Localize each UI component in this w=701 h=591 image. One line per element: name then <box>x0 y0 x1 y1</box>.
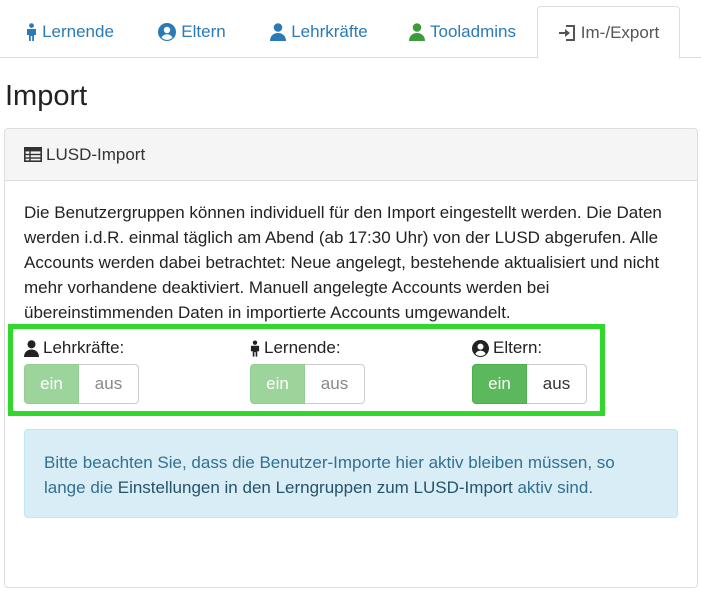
user-circle-icon <box>158 23 177 41</box>
toggle-eltern: ein aus <box>472 364 587 404</box>
user-icon <box>409 23 425 41</box>
toggle-label-text: Eltern: <box>493 338 543 357</box>
toggle-label: Lehrkräfte: <box>24 337 139 359</box>
tab-lehrkraefte[interactable]: Lehrkräfte <box>255 6 383 58</box>
tab-tooladmins[interactable]: Tooladmins <box>396 6 529 58</box>
tab-label: Lernende <box>42 22 114 41</box>
aus-button[interactable]: aus <box>527 364 587 404</box>
toggle-label: Eltern: <box>472 337 587 359</box>
toggle-label-text: Lehrkräfte: <box>43 338 125 357</box>
lusd-import-panel: LUSD-Import Die Benutzergruppen können i… <box>4 128 698 588</box>
nav-tabs: Lernende Eltern Lehrkräfte Tooladmins Im… <box>0 6 701 59</box>
toggle-label: Lernende: <box>250 337 365 359</box>
user-circle-icon <box>472 339 489 357</box>
toggle-lernende: ein aus <box>250 364 365 404</box>
ein-button[interactable]: ein <box>24 364 79 404</box>
toggle-label-text: Lernende: <box>264 338 341 357</box>
aus-button[interactable]: aus <box>79 364 139 404</box>
toggle-group-lehrkraefte: Lehrkräfte: ein aus <box>24 337 139 404</box>
table-icon <box>24 147 42 162</box>
page-title: Import <box>5 80 88 112</box>
tab-label: Eltern <box>181 22 226 41</box>
tab-label: Lehrkräfte <box>291 22 368 41</box>
toggle-group-eltern: Eltern: ein aus <box>472 337 587 404</box>
tab-im-export[interactable]: Im-/Export <box>537 6 680 59</box>
user-icon <box>24 339 39 357</box>
sign-in-icon <box>558 24 576 42</box>
tab-label: Im-/Export <box>580 22 660 42</box>
ein-button[interactable]: ein <box>250 364 305 404</box>
info-alert: Bitte beachten Sie, dass die Benutzer-Im… <box>24 429 678 518</box>
child-icon <box>26 23 37 41</box>
ein-button[interactable]: ein <box>472 364 527 404</box>
lerngruppen-settings-link[interactable]: Einstellungen in den Lerngruppen zum LUS… <box>118 478 513 497</box>
tab-lernende[interactable]: Lernende <box>6 6 134 58</box>
alert-text-after: aktiv sind. <box>512 478 594 497</box>
user-icon <box>270 23 287 41</box>
tab-label: Tooladmins <box>430 22 516 41</box>
panel-heading-label: LUSD-Import <box>46 144 146 164</box>
tab-eltern[interactable]: Eltern <box>143 6 241 58</box>
toggle-group-lernende: Lernende: ein aus <box>250 337 365 404</box>
aus-button[interactable]: aus <box>305 364 365 404</box>
panel-description: Die Benutzergruppen können individuell f… <box>24 203 662 322</box>
child-icon <box>250 340 260 357</box>
panel-heading: LUSD-Import <box>5 129 697 181</box>
toggle-lehrkraefte: ein aus <box>24 364 139 404</box>
